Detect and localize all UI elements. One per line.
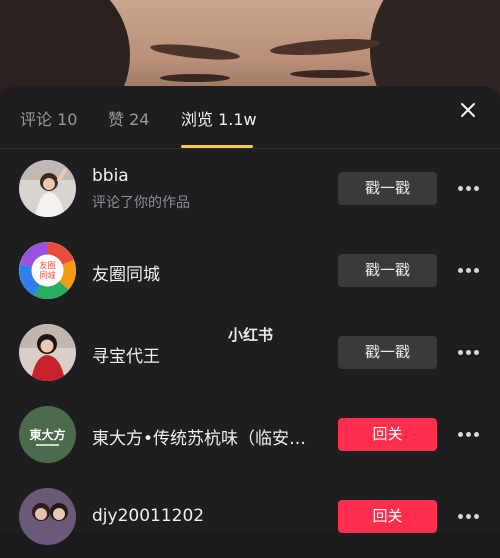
more-icon[interactable]	[458, 350, 480, 356]
poke-button[interactable]: 戳一戳	[338, 254, 437, 287]
list-item: 友圈 同城 友圈同城 戳一戳	[0, 230, 500, 312]
poke-button[interactable]: 戳一戳	[338, 336, 437, 369]
avatar[interactable]: 東大方	[19, 406, 76, 463]
list-item: bbia 评论了你的作品 戳一戳	[0, 148, 500, 230]
avatar[interactable]	[19, 324, 76, 381]
tab-likes[interactable]: 赞 24	[108, 106, 149, 130]
avatar[interactable]	[19, 160, 76, 217]
username[interactable]: 友圈同城	[92, 260, 160, 285]
more-icon[interactable]	[458, 186, 480, 192]
username[interactable]: bbia	[92, 166, 129, 186]
avatar-logo-text: 東大方	[29, 427, 65, 442]
poke-button[interactable]: 戳一戳	[338, 172, 437, 205]
tab-views[interactable]: 浏览 1.1w	[181, 106, 257, 130]
username[interactable]: 東大方•传统苏杭味（临安…	[92, 424, 306, 449]
more-icon[interactable]	[458, 514, 480, 520]
more-icon[interactable]	[458, 432, 480, 438]
avatar-logo-text-top: 友圈	[40, 260, 56, 270]
activity-text: 评论了你的作品	[92, 195, 190, 211]
list-item: djy20011202 回关	[0, 476, 500, 558]
avatar-logo-text-bottom: 同城	[40, 271, 56, 280]
viewer-list: bbia 评论了你的作品 戳一戳 友圈 同城 友圈同城 戳一戳 寻宝代王 戳一戳…	[0, 148, 500, 558]
avatar[interactable]: 友圈 同城	[19, 242, 76, 299]
username[interactable]: 寻宝代王	[92, 342, 160, 367]
xiaohongshu-watermark: 小红书	[228, 326, 274, 344]
tab-bar: 评论 10 赞 24 浏览 1.1w	[0, 86, 500, 149]
tab-comments[interactable]: 评论 10	[20, 106, 77, 130]
follow-back-button[interactable]: 回关	[338, 500, 437, 533]
follow-back-button[interactable]: 回关	[338, 418, 437, 451]
close-icon[interactable]	[456, 98, 480, 122]
list-item: 東大方 東大方•传统苏杭味（临安… 回关	[0, 394, 500, 476]
avatar[interactable]	[19, 488, 76, 545]
interaction-panel: 评论 10 赞 24 浏览 1.1w bbia 评论了你的作品 戳一戳 友圈 同…	[0, 86, 500, 545]
username[interactable]: djy20011202	[92, 506, 204, 526]
more-icon[interactable]	[458, 268, 480, 274]
